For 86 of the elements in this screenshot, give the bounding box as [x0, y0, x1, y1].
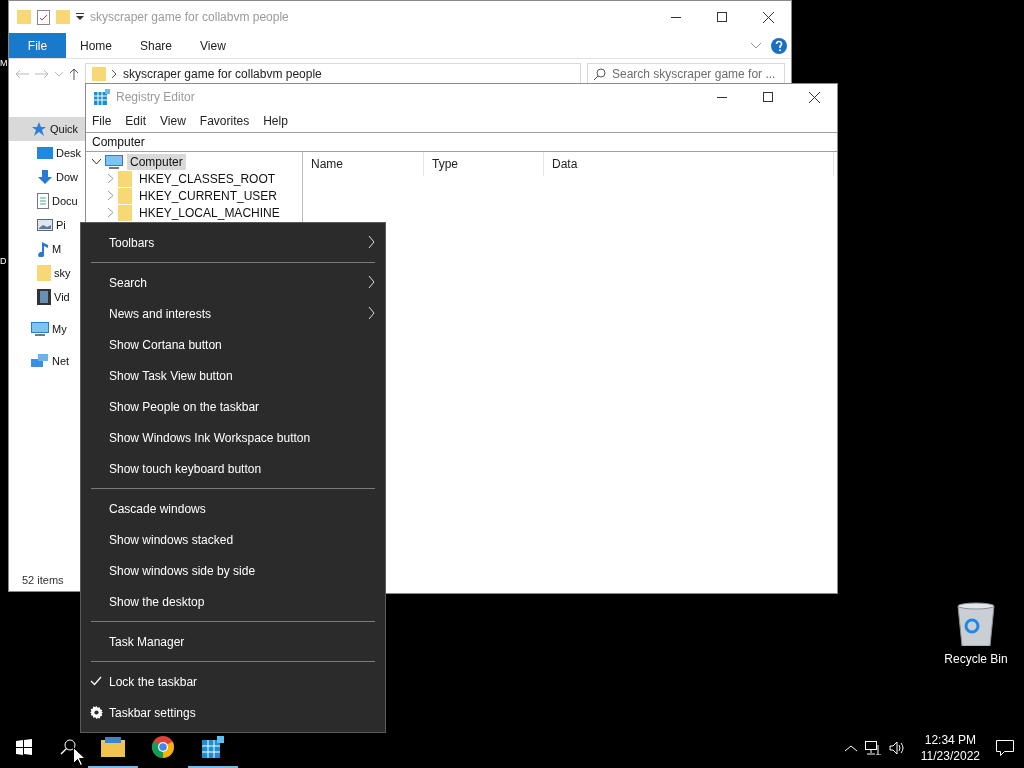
- column-header[interactable]: Name: [303, 152, 424, 176]
- folder-icon: [118, 204, 132, 221]
- menu-item[interactable]: Show People on the taskbar: [81, 391, 385, 422]
- clock[interactable]: 12:34 PM 11/23/2022: [912, 732, 988, 764]
- chevron-up-icon[interactable]: [844, 744, 857, 752]
- ribbon-tab[interactable]: Home: [66, 33, 126, 58]
- tree-item[interactable]: HKEY_LOCAL_MACHINE: [136, 204, 283, 221]
- ribbon-tab[interactable]: Share: [126, 33, 187, 58]
- dropdown-icon[interactable]: [76, 13, 84, 21]
- menu-item[interactable]: Taskbar settings: [81, 697, 385, 728]
- folder-icon: [17, 10, 31, 24]
- desktop-icon: [37, 146, 53, 160]
- network-icon: [31, 353, 49, 369]
- menu-item[interactable]: Help: [263, 114, 288, 128]
- tree-item[interactable]: HKEY_CURRENT_USER: [136, 187, 281, 204]
- document-icon: [37, 193, 49, 209]
- pc-icon: [31, 322, 49, 336]
- registry-icon: [202, 736, 224, 758]
- menu-item[interactable]: Edit: [125, 114, 147, 128]
- tree-item[interactable]: Computer: [127, 153, 186, 170]
- column-header[interactable]: Type: [424, 152, 544, 176]
- folder-icon: [37, 265, 51, 281]
- desktop-icon[interactable]: Recycle Bin: [938, 602, 1014, 666]
- ribbon-tab[interactable]: View: [186, 33, 240, 58]
- desktop-icon-label: D: [0, 256, 7, 266]
- folder-icon: [118, 170, 132, 187]
- chrome-icon: [152, 736, 174, 758]
- up-arrow-icon[interactable]: [69, 68, 79, 80]
- network-icon[interactable]: [864, 741, 881, 755]
- menu-item[interactable]: Show windows side by side: [81, 555, 385, 586]
- collapsed-chevron-icon[interactable]: [108, 174, 114, 183]
- nav-pane-item[interactable]: Dow: [9, 165, 85, 189]
- search-icon: [594, 68, 606, 80]
- chevron-right-icon: [368, 236, 375, 248]
- status-bar-text: 52 items: [21, 573, 65, 588]
- recycle-bin-icon: [957, 602, 995, 646]
- volume-icon[interactable]: [888, 741, 905, 755]
- maximize-icon: [717, 12, 727, 22]
- settings-icon: [89, 705, 103, 719]
- menu-item[interactable]: View: [160, 114, 186, 128]
- maximize-icon: [763, 92, 773, 102]
- chevron-icon[interactable]: [751, 42, 761, 49]
- minimize-icon: [671, 16, 681, 18]
- folder-icon: [101, 737, 125, 757]
- collapsed-chevron-icon[interactable]: [108, 191, 114, 200]
- menu-item[interactable]: File: [92, 114, 112, 128]
- notifications-icon[interactable]: [996, 740, 1014, 756]
- help-icon[interactable]: [771, 37, 787, 54]
- download-icon: [37, 169, 53, 185]
- expanded-chevron-icon[interactable]: [92, 158, 101, 165]
- search-icon: [60, 739, 76, 755]
- pc-icon: [105, 154, 123, 169]
- close-icon: [762, 11, 774, 23]
- folder-icon: [92, 67, 106, 81]
- windows-logo-icon: [16, 739, 32, 755]
- registry-icon: [94, 89, 110, 105]
- folder-icon: [118, 187, 132, 204]
- music-icon: [37, 241, 49, 257]
- star-icon: [31, 121, 47, 137]
- chevron-right-icon: [368, 307, 375, 319]
- chevron-right-icon: [112, 70, 117, 78]
- menu-item[interactable]: Lock the taskbar: [81, 666, 385, 697]
- menu-item[interactable]: Show Windows Ink Workspace button: [81, 422, 385, 453]
- minimize-icon: [717, 96, 727, 98]
- tree-item[interactable]: HKEY_CLASSES_ROOT: [136, 170, 279, 187]
- window-title: skyscraper game for collabvm people: [90, 10, 289, 24]
- properties-icon[interactable]: [37, 9, 50, 25]
- menu-item[interactable]: Favorites: [199, 114, 250, 128]
- menu-item[interactable]: Show the desktop: [81, 586, 385, 617]
- chevron-right-icon: [368, 276, 375, 288]
- address-bar[interactable]: Computer: [86, 132, 837, 152]
- window-title: Registry Editor: [116, 90, 195, 104]
- menu-item[interactable]: Task Manager: [81, 626, 385, 657]
- nav-pane-item[interactable]: Docu: [9, 189, 85, 213]
- menu-item[interactable]: Show windows stacked: [81, 524, 385, 555]
- desktop-icon-label: M: [0, 58, 8, 68]
- ribbon-tab[interactable]: File: [9, 33, 66, 58]
- menu-item[interactable]: Cascade windows: [81, 493, 385, 524]
- close-icon: [808, 91, 820, 103]
- video-icon: [37, 289, 51, 305]
- collapsed-chevron-icon[interactable]: [108, 208, 114, 217]
- picture-icon: [37, 219, 53, 231]
- menu-item[interactable]: Show touch keyboard button: [81, 453, 385, 484]
- nav-pane-item[interactable]: Desk: [9, 141, 85, 165]
- column-header[interactable]: Data: [544, 152, 834, 176]
- nav-pane-item[interactable]: Quick: [9, 117, 85, 141]
